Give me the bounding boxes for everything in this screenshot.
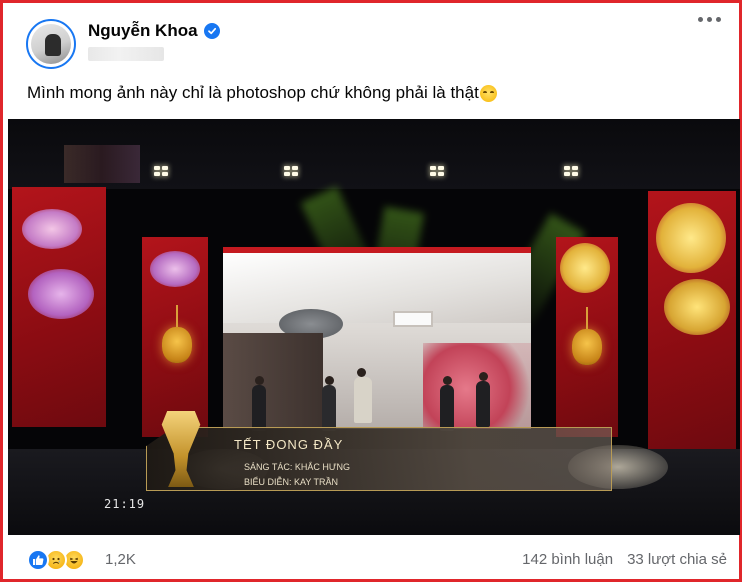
broadcast-clock: 21:19 xyxy=(104,497,146,511)
screen-ceiling xyxy=(223,253,531,323)
performer xyxy=(322,376,336,431)
stage-light xyxy=(564,166,578,176)
more-horizontal-icon xyxy=(698,17,703,22)
blossom-decor xyxy=(22,209,82,249)
lantern-decor xyxy=(162,305,192,363)
post-caption: Mình mong ảnh này chỉ là photoshop chứ k… xyxy=(27,83,497,103)
lantern-decor xyxy=(572,307,602,365)
performer-lead xyxy=(354,368,372,423)
stage-light xyxy=(154,166,168,176)
post-timestamp-blurred xyxy=(88,47,164,61)
song-title: TẾT ĐONG ĐẦY xyxy=(234,437,344,452)
more-options-button[interactable] xyxy=(698,17,721,22)
share-count[interactable]: 33 lượt chia sẻ xyxy=(627,551,727,568)
performer xyxy=(440,376,454,431)
post-card: Nguyễn Khoa Mình mong ảnh này chỉ là pho… xyxy=(0,0,742,582)
blossom-decor xyxy=(28,269,94,319)
performer xyxy=(476,372,490,427)
author-avatar[interactable] xyxy=(26,19,76,69)
author-name[interactable]: Nguyễn Khoa xyxy=(88,21,198,41)
reaction-count[interactable]: 1,2K xyxy=(105,551,136,568)
post-stats: 142 bình luận 33 lượt chia sẻ xyxy=(522,551,727,568)
screen-wall xyxy=(223,333,323,429)
sleepy-face-icon xyxy=(479,84,497,102)
blossom-decor xyxy=(656,203,726,273)
tv-lower-third xyxy=(146,427,612,491)
caption-text: Mình mong ảnh này chỉ là photoshop chứ k… xyxy=(27,83,479,102)
stage-light xyxy=(430,166,444,176)
blossom-decor xyxy=(664,279,730,335)
reaction-icons[interactable] xyxy=(27,549,85,571)
avatar-figure xyxy=(45,34,61,56)
author-name-row: Nguyễn Khoa xyxy=(88,21,220,41)
post-photo[interactable]: TẾT ĐONG ĐẦY SÁNG TÁC: KHẮC HƯNG BIỂU DI… xyxy=(8,119,740,535)
blurred-logo xyxy=(64,145,140,183)
screen-window xyxy=(393,311,433,327)
stage-light xyxy=(284,166,298,176)
composer-credit: SÁNG TÁC: KHẮC HƯNG xyxy=(244,462,351,472)
verified-badge-icon xyxy=(203,23,220,39)
post-footer: 1,2K 142 bình luận 33 lượt chia sẻ xyxy=(27,546,727,574)
blossom-decor xyxy=(150,251,200,287)
performer-credit: BIỂU DIỄN: KAY TRẦN xyxy=(244,477,339,487)
avatar-photo xyxy=(31,24,71,64)
blossom-decor xyxy=(560,243,610,293)
post-header: Nguyễn Khoa xyxy=(22,19,722,69)
like-icon xyxy=(27,549,49,571)
comment-count[interactable]: 142 bình luận xyxy=(522,551,613,568)
performer xyxy=(252,376,266,431)
